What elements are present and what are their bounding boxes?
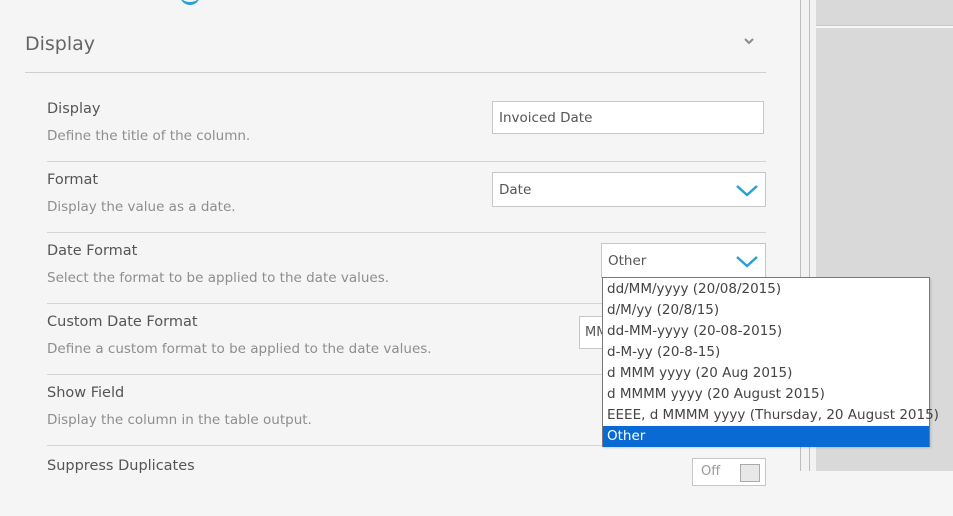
dropdown-option[interactable]: dd/MM/yyyy (20/08/2015) (603, 279, 929, 300)
row-description: Display the value as a date. (47, 199, 236, 215)
row-description: Display the column in the table output. (47, 412, 312, 428)
date-format-dropdown-list: dd/MM/yyyy (20/08/2015) d/M/yy (20/8/15)… (602, 277, 939, 447)
row-label: Show Field (47, 385, 125, 401)
row-label: Date Format (47, 243, 138, 259)
toggle-value: Off (701, 464, 721, 479)
row-description: Define a custom format to be applied to … (47, 341, 432, 357)
chevron-down-icon (736, 256, 758, 268)
partial-link-underline (180, 0, 200, 5)
section-title: Display (25, 33, 96, 55)
format-row: Format Display the value as a date. Date (47, 161, 766, 233)
chevron-down-icon[interactable] (742, 36, 756, 46)
date-format-select-value: Other (608, 253, 647, 269)
dropdown-option[interactable]: EEEE, d MMMM yyyy (Thursday, 20 August 2… (603, 405, 939, 426)
dropdown-option[interactable]: dd-MM-yyyy (20-08-2015) (603, 321, 929, 342)
dropdown-option[interactable]: d-M-yy (20-8-15) (603, 342, 929, 363)
dropdown-option[interactable]: d MMMM yyyy (20 August 2015) (603, 384, 929, 405)
dropdown-option[interactable]: d MMM yyyy (20 Aug 2015) (603, 363, 929, 384)
suppress-duplicates-toggle[interactable]: Off (692, 458, 766, 486)
format-select[interactable]: Date (492, 172, 766, 207)
date-format-select[interactable]: Other (601, 243, 766, 278)
section-divider (25, 72, 766, 73)
toggle-knob[interactable] (740, 464, 760, 482)
display-row: Display Define the title of the column. (47, 90, 766, 162)
row-label: Display (47, 101, 101, 117)
row-description: Define the title of the column. (47, 128, 251, 144)
row-description: Select the format to be applied to the d… (47, 270, 390, 286)
row-label: Suppress Duplicates (47, 458, 195, 474)
suppress-duplicates-row: Suppress Duplicates Off (47, 445, 766, 516)
row-label: Format (47, 172, 99, 188)
dropdown-option-selected[interactable]: Other (603, 426, 929, 447)
preview-pane-rule (816, 25, 953, 28)
chevron-down-icon (736, 185, 758, 197)
row-label: Custom Date Format (47, 314, 198, 330)
display-title-input[interactable] (492, 101, 764, 134)
dropdown-option[interactable]: d/M/yy (20/8/15) (603, 300, 929, 321)
format-select-value: Date (499, 182, 532, 198)
